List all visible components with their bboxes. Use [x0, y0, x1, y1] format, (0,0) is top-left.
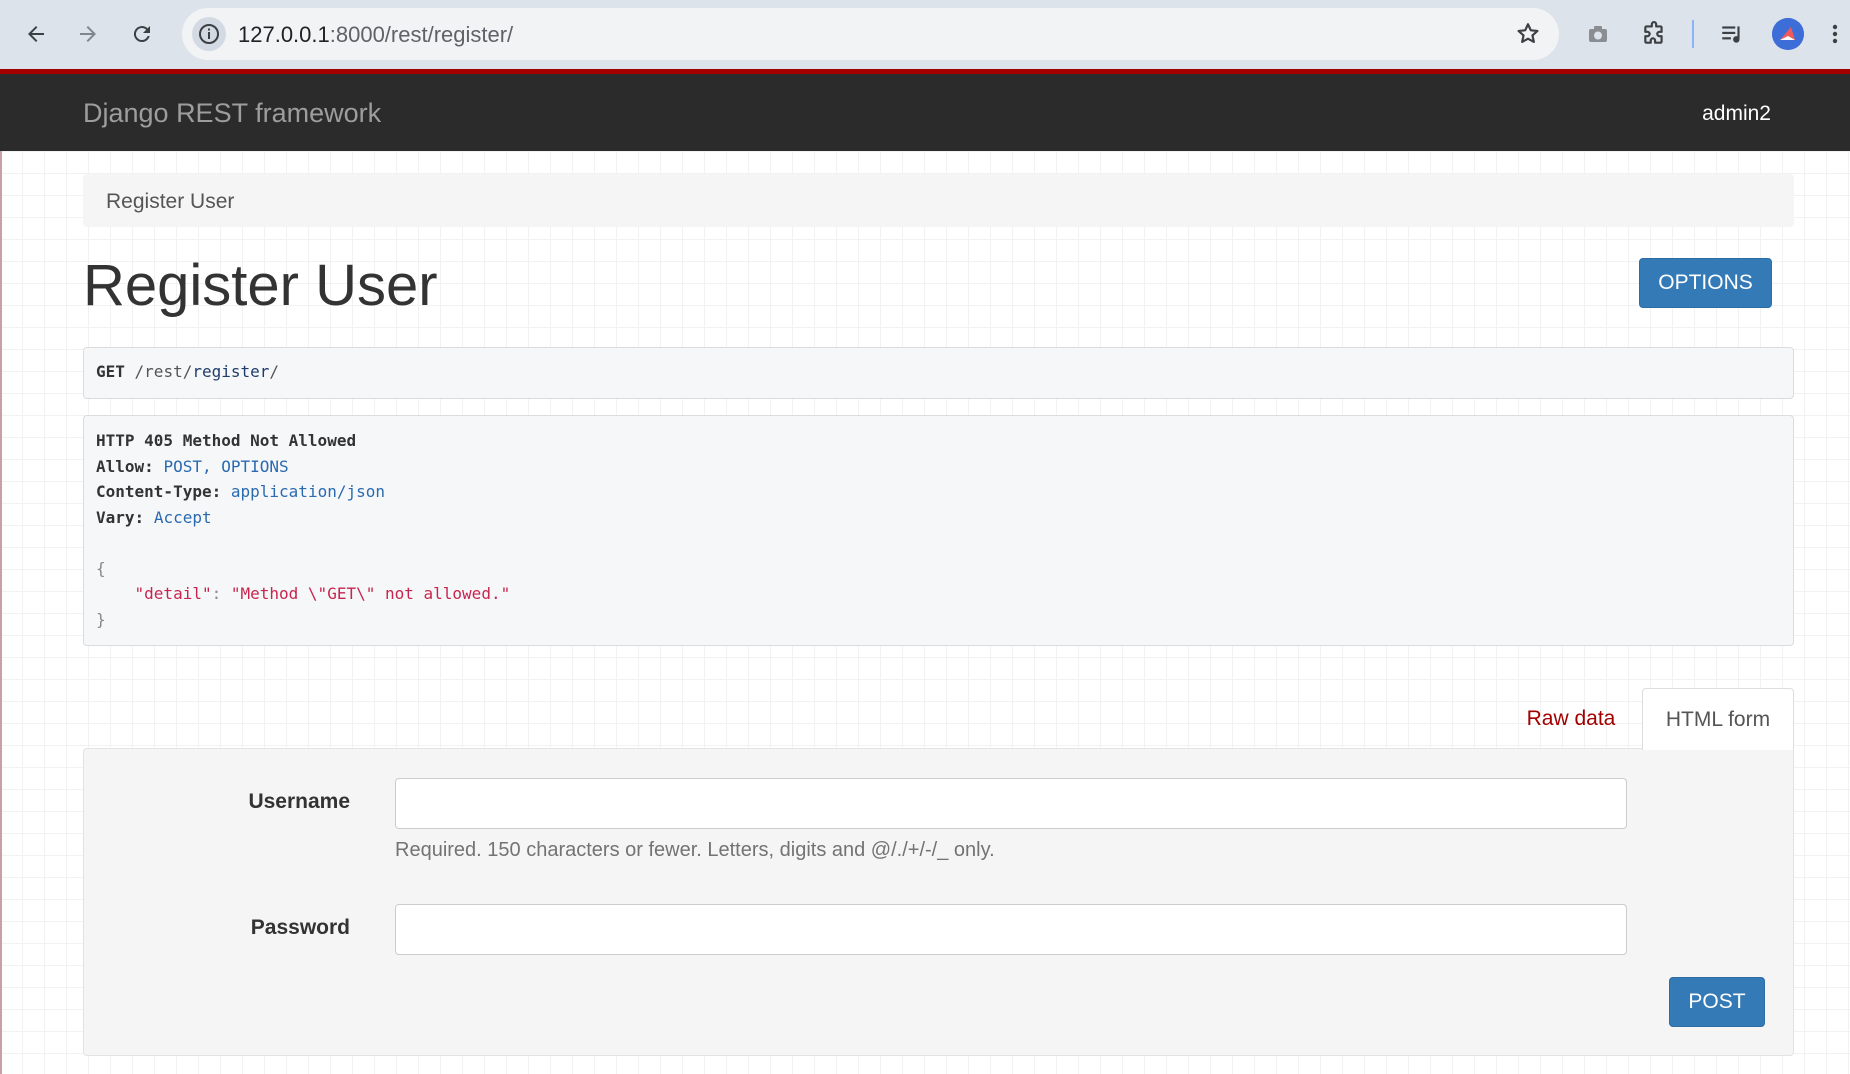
info-icon [199, 24, 219, 44]
kebab-menu-icon [1832, 24, 1838, 44]
star-icon [1517, 23, 1539, 43]
url-path: :8000/rest/register/ [329, 22, 514, 47]
tab-raw-data[interactable]: Raw data [1511, 689, 1631, 748]
post-button[interactable]: POST [1669, 977, 1765, 1027]
request-path-link[interactable]: register [192, 362, 269, 381]
password-input[interactable] [395, 904, 1627, 955]
response-status: HTTP 405 Method Not Allowed [96, 431, 357, 450]
json-value: "Method \"GET\" not allowed." [230, 584, 511, 603]
json-key: "detail" [134, 584, 212, 603]
json-close-brace: } [96, 609, 106, 629]
url-host: 127.0.0.1 [238, 22, 330, 47]
json-open-brace: { [96, 558, 106, 578]
navbar-user[interactable]: admin2 [1702, 102, 1771, 126]
reload-icon [133, 26, 150, 43]
forward-button[interactable] [68, 14, 108, 54]
request-method: GET [96, 362, 125, 381]
header-name: Content-Type: [96, 482, 222, 501]
header-name: Vary: [96, 507, 145, 527]
request-info: GET /rest/register/ [83, 347, 1794, 399]
window-edge [0, 151, 2, 1074]
toolbar-separator [1692, 20, 1694, 48]
arrow-right-icon [80, 26, 96, 42]
breadcrumb-item: Register User [106, 190, 235, 213]
address-bar[interactable]: 127.0.0.1:8000/rest/register/ [182, 8, 1559, 60]
json-separator: : [211, 584, 231, 603]
browser-menu-button[interactable] [1823, 17, 1847, 51]
screenshot-button[interactable] [1581, 17, 1615, 51]
request-path-suffix: / [269, 362, 280, 381]
profile-icon [1772, 18, 1804, 50]
tab-html-form[interactable]: HTML form [1642, 688, 1794, 750]
username-help-text: Required. 150 characters or fewer. Lette… [395, 839, 995, 861]
url-text: 127.0.0.1:8000/rest/register/ [238, 22, 513, 48]
site-info-button[interactable] [192, 17, 226, 51]
back-button[interactable] [16, 14, 56, 54]
password-label: Password [250, 916, 350, 939]
header-value: application/json [230, 482, 385, 501]
header-value: Accept [153, 507, 212, 527]
header-value: POST, OPTIONS [163, 456, 289, 476]
bookmark-button[interactable] [1515, 21, 1541, 47]
username-label: Username [248, 790, 350, 813]
camera-icon [1589, 26, 1607, 42]
arrow-left-icon [28, 26, 44, 42]
extensions-button[interactable] [1637, 17, 1671, 51]
reload-button[interactable] [122, 14, 162, 54]
page-title: Register User [83, 253, 438, 318]
browser-toolbar: 127.0.0.1:8000/rest/register/ [0, 0, 1850, 69]
navbar: Django REST framework admin2 [0, 74, 1850, 151]
options-button[interactable]: OPTIONS [1639, 258, 1772, 308]
playlist-icon [1722, 26, 1740, 43]
request-path-prefix: /rest/ [124, 362, 193, 381]
media-control-button[interactable] [1715, 17, 1749, 51]
breadcrumb: Register User [83, 174, 1794, 227]
profile-avatar[interactable] [1772, 18, 1804, 50]
response-info: HTTP 405 Method Not Allowed Allow: POST,… [83, 415, 1794, 646]
navbar-brand[interactable]: Django REST framework [83, 98, 381, 129]
puzzle-icon [1644, 21, 1663, 44]
username-input[interactable] [395, 778, 1627, 829]
header-name: Allow: [96, 456, 154, 476]
